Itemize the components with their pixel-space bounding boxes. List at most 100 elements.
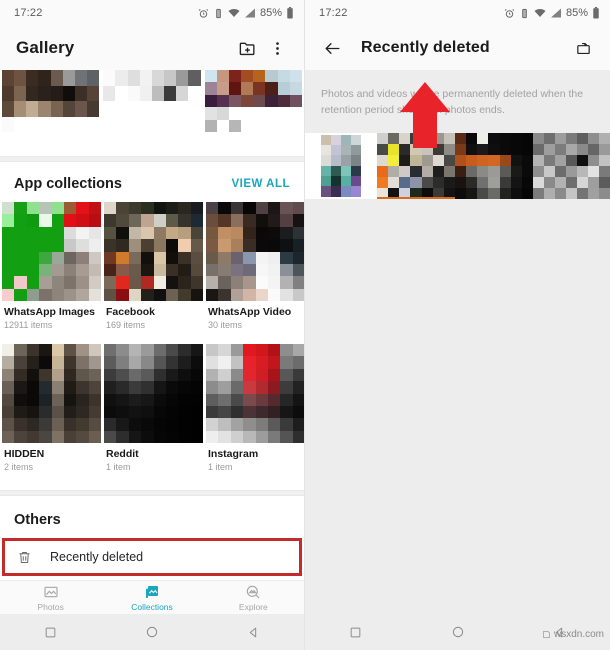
red-arrow-annotation [399, 82, 451, 153]
recently-deleted-highlight: Recently deleted [2, 538, 302, 576]
recents-button[interactable] [305, 626, 407, 639]
mosaic [104, 344, 203, 443]
status-icons: x 85% [504, 7, 600, 19]
recents-button[interactable] [0, 626, 101, 639]
album-name: Instagram [208, 448, 259, 460]
selected-indicator [377, 196, 455, 199]
mosaic [204, 70, 302, 132]
list-item-label: Recently deleted [50, 550, 144, 564]
album-count: 12911 items [4, 320, 53, 330]
album-row[interactable]: WhatsApp Images 12911 items Facebook 169… [0, 202, 304, 330]
battery-percent: 85% [259, 7, 282, 19]
gallery-screen: 17:22 x 85% Gallery App collections VIEW… [0, 0, 305, 650]
nav-tab-label: Explore [238, 601, 268, 612]
photos-icon [43, 584, 59, 600]
retention-notice: Photos and videos will be permanently de… [305, 70, 610, 133]
status-time: 17:22 [14, 7, 43, 19]
back-button[interactable] [203, 626, 304, 639]
vibrate-icon [519, 8, 530, 19]
system-navigation-bar-left[interactable] [0, 614, 304, 650]
album-thumbnail [2, 202, 101, 301]
mosaic [206, 344, 304, 443]
album-name: HIDDEN [4, 448, 45, 460]
alarm-icon [198, 8, 209, 19]
watermark-icon [543, 631, 550, 638]
mosaic [455, 132, 533, 199]
mosaic [104, 202, 203, 301]
mosaic [533, 132, 610, 199]
album-name: WhatsApp Video [208, 306, 292, 318]
new-album-icon[interactable] [232, 33, 262, 63]
vibrate-icon [213, 8, 224, 19]
status-bar-right: 17:22 x 85% [305, 0, 610, 26]
explore-icon [245, 584, 261, 600]
album-count: 169 items [106, 320, 146, 330]
bottom-navigation[interactable]: Photos Collections Explore [0, 580, 304, 614]
album-row[interactable]: HIDDEN 2 items Reddit 1 item Instagram 1… [0, 344, 304, 472]
gallery-content[interactable]: App collections VIEW ALL WhatsApp Images… [0, 70, 304, 580]
nav-tab-collections[interactable]: Collections [101, 584, 202, 612]
album-thumbnail [104, 344, 203, 443]
album-count: 1 item [106, 462, 131, 472]
mosaic [2, 202, 101, 301]
signal-icon: x [244, 7, 256, 19]
watermark: wsxdn.com [542, 629, 604, 640]
page-title: Gallery [16, 38, 75, 57]
battery-icon [592, 7, 600, 19]
photo-thumbnail[interactable] [2, 70, 100, 132]
home-button[interactable] [407, 625, 509, 639]
album-count: 2 items [4, 462, 34, 472]
collections-icon [144, 584, 160, 600]
mosaic [321, 134, 361, 197]
battery-percent: 85% [565, 7, 588, 19]
status-bar-left: 17:22 x 85% [0, 0, 304, 26]
album-name: WhatsApp Images [4, 306, 96, 318]
others-section-title: Others [14, 512, 61, 528]
nav-tab-photos[interactable]: Photos [0, 584, 101, 612]
deleted-thumbnail-strip[interactable] [305, 132, 610, 199]
scrolled-photo-strip[interactable] [0, 70, 304, 132]
status-time: 17:22 [319, 7, 348, 19]
nav-tab-label: Collections [131, 601, 173, 612]
view-all-link[interactable]: VIEW ALL [231, 178, 290, 190]
album-name: Facebook [106, 306, 156, 318]
deleted-thumbnail[interactable] [455, 132, 533, 199]
photo-thumbnail[interactable] [103, 70, 201, 132]
page-title: Recently deleted [361, 39, 490, 56]
album-thumbnail [206, 202, 304, 301]
trash-icon [17, 550, 32, 565]
recently-deleted-app-bar: Recently deleted [305, 26, 610, 70]
list-item-recently-deleted[interactable]: Recently deleted [5, 541, 299, 573]
album-card[interactable]: Reddit 1 item [104, 344, 203, 472]
nav-tab-label: Photos [37, 601, 64, 612]
deleted-thumbnail[interactable] [305, 132, 377, 199]
section-title: App collections [14, 176, 122, 192]
recently-deleted-screen: 17:22 x 85% Recently deleted Photos and … [305, 0, 610, 650]
back-arrow-icon[interactable] [317, 33, 347, 63]
signal-icon: x [550, 7, 562, 19]
deleted-thumbnail[interactable] [533, 132, 610, 199]
album-card[interactable]: WhatsApp Images 12911 items [2, 202, 101, 330]
nav-tab-explore[interactable]: Explore [203, 584, 304, 612]
watermark-text: wsxdn.com [553, 629, 604, 640]
overflow-menu-icon[interactable] [262, 33, 292, 63]
album-card[interactable]: Facebook 169 items [104, 202, 203, 330]
album-card[interactable]: HIDDEN 2 items [2, 344, 101, 472]
gallery-app-bar: Gallery [0, 26, 304, 70]
mosaic [103, 70, 201, 132]
album-card[interactable]: Instagram 1 item [206, 344, 304, 472]
album-thumbnail [104, 202, 203, 301]
mosaic [2, 344, 101, 443]
album-count: 30 items [208, 320, 243, 330]
alarm-icon [504, 8, 515, 19]
home-button[interactable] [101, 625, 202, 639]
dual-screenshot: 17:22 x 85% Gallery App collections VIEW… [0, 0, 610, 650]
app-collections-header: App collections VIEW ALL [0, 162, 304, 202]
mosaic [2, 70, 100, 132]
status-icons: x 85% [198, 7, 294, 19]
album-card[interactable]: WhatsApp Video 30 items [206, 202, 304, 330]
restore-bin-icon[interactable] [568, 33, 598, 63]
photo-thumbnail[interactable] [204, 70, 302, 132]
album-thumbnail [2, 344, 101, 443]
mosaic [206, 202, 304, 301]
